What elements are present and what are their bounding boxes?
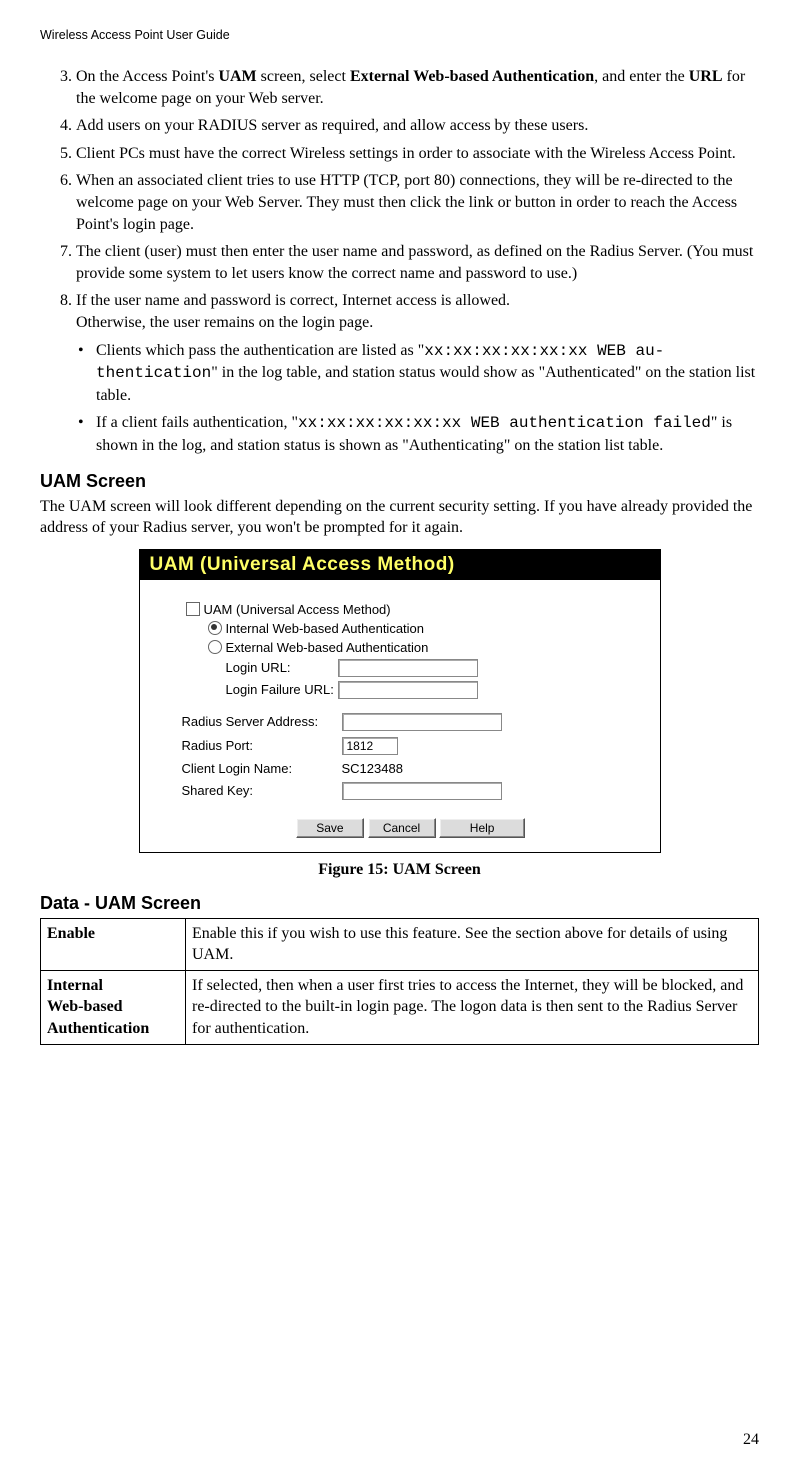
key-line: Authentication [47, 1020, 149, 1037]
heading-data-uam-screen: Data - UAM Screen [40, 893, 759, 914]
login-url-label: Login URL: [226, 660, 338, 675]
radio-internal[interactable] [208, 621, 222, 635]
shared-key-label: Shared Key: [182, 783, 342, 798]
login-url-input[interactable] [338, 659, 478, 677]
cell-val-internal: If selected, then when a user first trie… [186, 970, 759, 1044]
bold: URL [689, 68, 723, 85]
table-row: Internal Web-based Authentication If sel… [41, 970, 759, 1044]
bold: UAM [218, 68, 256, 85]
login-failure-url-input[interactable] [338, 681, 478, 699]
bold: External Web-based Authentication [350, 68, 594, 85]
step-4: Add users on your RADIUS server as requi… [76, 115, 759, 137]
text: If the user name and password is correct… [76, 292, 510, 309]
radio-external-label: External Web-based Authentication [226, 640, 429, 655]
figure-15: UAM (Universal Access Method) UAM (Unive… [40, 549, 759, 853]
text: If a client fails authentication, " [96, 414, 298, 431]
running-header: Wireless Access Point User Guide [40, 28, 759, 42]
login-failure-url-label: Login Failure URL: [226, 682, 338, 697]
help-button[interactable]: Help [439, 818, 525, 838]
uam-intro-paragraph: The UAM screen will look different depen… [40, 496, 759, 539]
text: Clients which pass the authentication ar… [96, 342, 424, 359]
client-login-label: Client Login Name: [182, 761, 342, 776]
save-button[interactable]: Save [296, 818, 364, 838]
radius-server-input[interactable] [342, 713, 502, 731]
heading-uam-screen: UAM Screen [40, 471, 759, 492]
cell-key-enable: Enable [41, 918, 186, 970]
figure-caption: Figure 15: UAM Screen [40, 861, 759, 879]
cell-key-internal: Internal Web-based Authentication [41, 970, 186, 1044]
step-7: The client (user) must then enter the us… [76, 241, 759, 284]
client-login-value: SC123488 [342, 761, 403, 776]
step-6: When an associated client tries to use H… [76, 170, 759, 235]
bullet-2: If a client fails authentication, "xx:xx… [96, 412, 759, 456]
radius-server-label: Radius Server Address: [182, 714, 342, 729]
bullet-1: Clients which pass the authentication ar… [96, 340, 759, 407]
cell-val-enable: Enable this if you wish to use this feat… [186, 918, 759, 970]
step-5: Client PCs must have the correct Wireles… [76, 143, 759, 165]
radio-internal-label: Internal Web-based Authentication [226, 621, 425, 636]
key-line: Internal [47, 977, 103, 994]
key-line: Web-based [47, 998, 123, 1015]
cancel-button[interactable]: Cancel [368, 818, 436, 838]
table-row: Enable Enable this if you wish to use th… [41, 918, 759, 970]
shared-key-input[interactable] [342, 782, 502, 800]
text: Otherwise, the user remains on the login… [76, 314, 373, 331]
uam-enable-checkbox[interactable] [186, 602, 200, 616]
numbered-steps: On the Access Point's UAM screen, select… [40, 66, 759, 457]
radius-port-input[interactable]: 1812 [342, 737, 398, 755]
text: , and enter the [594, 68, 689, 85]
uam-enable-label: UAM (Universal Access Method) [204, 602, 391, 617]
text: On the Access Point's [76, 68, 218, 85]
data-uam-table: Enable Enable this if you wish to use th… [40, 918, 759, 1045]
text: screen, select [257, 68, 350, 85]
code: xx:xx:xx:xx:xx:xx WEB authentication fai… [298, 414, 711, 432]
page-number: 24 [743, 1431, 759, 1449]
radio-external[interactable] [208, 640, 222, 654]
uam-dialog: UAM (Universal Access Method) UAM (Unive… [139, 549, 661, 853]
bullet-list: Clients which pass the authentication ar… [76, 340, 759, 457]
step-3: On the Access Point's UAM screen, select… [76, 66, 759, 109]
radius-port-label: Radius Port: [182, 738, 342, 753]
step-8: If the user name and password is correct… [76, 290, 759, 456]
uam-banner-title: UAM (Universal Access Method) [140, 550, 660, 580]
